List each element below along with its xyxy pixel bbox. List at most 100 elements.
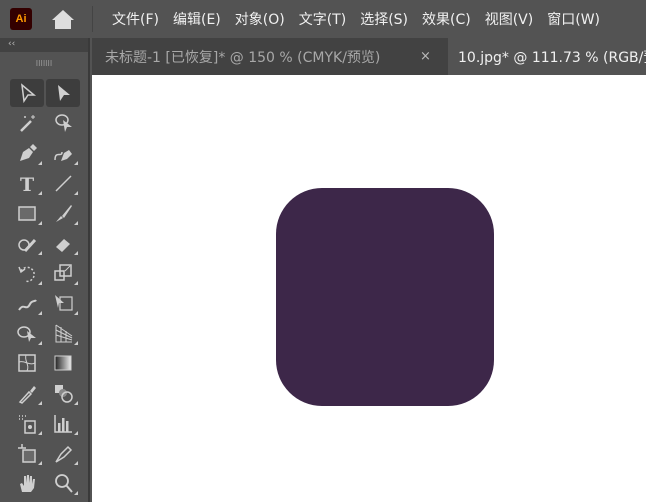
column-graph-icon [54, 415, 72, 433]
flyout-indicator-icon [38, 341, 42, 345]
tab-10-jpg[interactable]: 10.jpg* @ 111.73 % (RGB/预览) [448, 38, 646, 75]
zoom-icon [55, 474, 73, 493]
tool-column-graph[interactable] [46, 409, 80, 437]
tool-magic-wand[interactable] [10, 109, 44, 137]
free-transform-icon [55, 295, 73, 311]
perspective-grid-icon [55, 324, 73, 343]
tool-slice[interactable] [46, 439, 80, 467]
flyout-indicator-icon [74, 341, 78, 345]
flyout-indicator-icon [38, 401, 42, 405]
tool-eraser[interactable] [46, 229, 80, 257]
direct-selection-icon [58, 85, 70, 101]
selection-icon [21, 83, 37, 104]
flyout-indicator-icon [38, 161, 42, 165]
rounded-rectangle-shape[interactable] [276, 188, 494, 406]
tool-direct-selection[interactable] [46, 79, 80, 107]
menu-file[interactable]: 文件(F) [112, 9, 159, 29]
menu-window[interactable]: 窗口(W) [547, 9, 600, 29]
collapse-panel-button[interactable]: ‹‹ [0, 38, 88, 52]
flyout-indicator-icon [74, 431, 78, 435]
flyout-indicator-icon [74, 161, 78, 165]
tool-rotate[interactable] [10, 259, 44, 287]
close-icon[interactable]: × [420, 49, 431, 64]
symbol-sprayer-icon [19, 415, 36, 434]
line-segment-icon [55, 175, 72, 192]
flyout-indicator-icon [38, 431, 42, 435]
home-icon[interactable] [50, 8, 76, 30]
menu-effect[interactable]: 效果(C) [422, 9, 471, 29]
flyout-indicator-icon [74, 281, 78, 285]
panel-grip[interactable]: IIIIIII [0, 52, 88, 74]
menu-bar: Ai 文件(F) 编辑(E) 对象(O) 文字(T) 选择(S) 效果(C) 视… [0, 0, 646, 38]
tool-zoom[interactable] [46, 469, 80, 497]
menu-object[interactable]: 对象(O) [235, 9, 285, 29]
curvature-icon [54, 150, 72, 161]
type-icon: T [20, 174, 34, 194]
flyout-indicator-icon [74, 401, 78, 405]
flyout-indicator-icon [38, 461, 42, 465]
flyout-indicator-icon [38, 311, 42, 315]
tool-mesh[interactable] [10, 349, 44, 377]
tool-symbol-sprayer[interactable] [10, 409, 44, 437]
flyout-indicator-icon [74, 191, 78, 195]
divider [92, 6, 93, 32]
tool-rectangle[interactable] [10, 199, 44, 227]
flyout-indicator-icon [38, 281, 42, 285]
tool-blend[interactable] [46, 379, 80, 407]
svg-text:T: T [20, 174, 34, 194]
tool-shaper[interactable] [10, 229, 44, 257]
tool-perspective-grid[interactable] [46, 319, 80, 347]
rectangle-icon [18, 206, 36, 221]
blend-icon [55, 385, 73, 403]
tab-untitled-1[interactable]: 未标题-1 [已恢复]* @ 150 % (CMYK/预览) × [92, 38, 440, 75]
tools-panel: ‹‹ IIIIIII T [0, 38, 90, 502]
tool-hand[interactable] [10, 469, 44, 497]
tool-artboard[interactable] [10, 439, 44, 467]
eyedropper-icon [18, 386, 36, 404]
tool-line-segment[interactable] [46, 169, 80, 197]
menu-type[interactable]: 文字(T) [299, 9, 346, 29]
gradient-icon [54, 355, 72, 371]
warp-icon [18, 299, 37, 311]
scale-icon [54, 264, 72, 281]
flyout-indicator-icon [74, 311, 78, 315]
tool-pen[interactable] [10, 139, 44, 167]
flyout-indicator-icon [74, 221, 78, 225]
tool-scale[interactable] [46, 259, 80, 287]
tool-paintbrush[interactable] [46, 199, 80, 227]
menu-select[interactable]: 选择(S) [360, 9, 408, 29]
rotate-icon [18, 266, 35, 283]
artboard-canvas[interactable] [92, 75, 646, 502]
menu-view[interactable]: 视图(V) [485, 9, 534, 29]
tab-label: 10.jpg* @ 111.73 % (RGB/预览) [458, 49, 646, 66]
flyout-indicator-icon [74, 461, 78, 465]
hand-icon [20, 475, 35, 492]
flyout-indicator-icon [74, 491, 78, 495]
tool-type[interactable]: T [10, 169, 44, 197]
flyout-indicator-icon [38, 221, 42, 225]
tool-gradient[interactable] [46, 349, 80, 377]
tool-free-transform[interactable] [46, 289, 80, 317]
menu-edit[interactable]: 编辑(E) [173, 9, 221, 29]
app-logo: Ai [10, 8, 32, 30]
lasso-icon [55, 114, 72, 132]
document-tabs: 未标题-1 [已恢复]* @ 150 % (CMYK/预览) × 10.jpg*… [92, 38, 646, 75]
magic-wand-icon [20, 115, 35, 132]
eraser-icon [56, 239, 70, 252]
shaper-icon [18, 238, 37, 253]
tool-warp[interactable] [10, 289, 44, 317]
tool-shape-builder[interactable] [10, 319, 44, 347]
shape-builder-icon [17, 326, 36, 342]
tab-label: 未标题-1 [已恢复]* @ 150 % (CMYK/预览) [105, 49, 381, 66]
tool-lasso[interactable] [46, 109, 80, 137]
tool-curvature[interactable] [46, 139, 80, 167]
pen-icon [20, 144, 37, 161]
paintbrush-icon [56, 205, 72, 222]
slice-icon [55, 445, 73, 463]
mesh-icon [18, 354, 36, 372]
tool-selection[interactable] [10, 79, 44, 107]
tool-eyedropper[interactable] [10, 379, 44, 407]
flyout-indicator-icon [38, 191, 42, 195]
flyout-indicator-icon [38, 251, 42, 255]
flyout-indicator-icon [74, 251, 78, 255]
